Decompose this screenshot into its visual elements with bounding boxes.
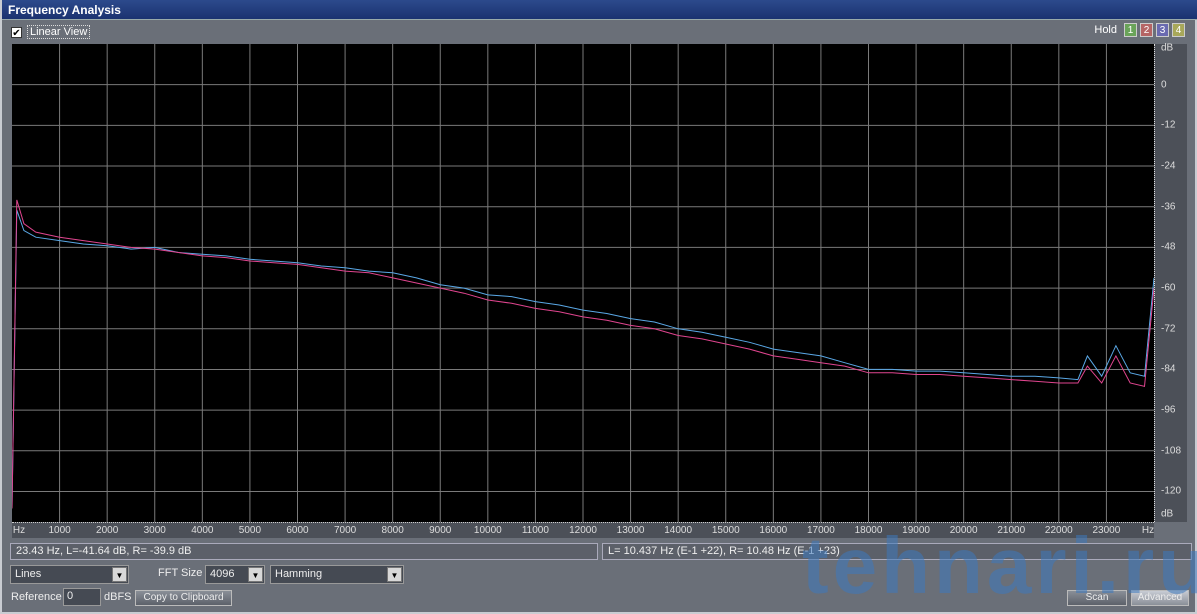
x-tick-label: 9000 — [429, 525, 452, 536]
y-tick-label: -48 — [1161, 241, 1176, 253]
x-tick-label: 15000 — [711, 525, 740, 536]
x-tick-label: 7000 — [333, 525, 357, 536]
chevron-down-icon[interactable]: ▼ — [112, 567, 127, 582]
y-tick-label: -24 — [1161, 160, 1176, 172]
y-tick-label: -84 — [1161, 363, 1176, 375]
hold-group: Hold 1 2 3 4 — [1094, 23, 1185, 37]
x-axis-unit-right: Hz — [1141, 525, 1155, 536]
chevron-down-icon[interactable]: ▼ — [248, 567, 263, 582]
y-axis-unit-top: dB — [1161, 42, 1174, 54]
frequency-analysis-window: Frequency Analysis ✔ Linear View Hold 1 … — [0, 0, 1197, 614]
y-tick-label: -36 — [1161, 201, 1176, 213]
y-tick-label: -72 — [1161, 323, 1176, 335]
x-tick-label: 10000 — [473, 525, 502, 536]
x-tick-label: 21000 — [997, 525, 1026, 536]
x-tick-label: 3000 — [143, 525, 166, 536]
x-tick-label: 11000 — [521, 525, 549, 536]
y-axis-unit-bottom: dB — [1161, 508, 1174, 520]
y-axis: dB dB 0 -12 -24 -36 -48 -60 -72 -84 -96 -108 -120 — [1154, 42, 1187, 522]
x-tick-label: 2000 — [96, 525, 119, 536]
chevron-down-icon[interactable]: ▼ — [387, 567, 402, 582]
x-tick-label: 1000 — [48, 525, 71, 536]
y-tick-label: -12 — [1161, 119, 1176, 131]
hold-button-1[interactable]: 1 — [1124, 23, 1137, 37]
x-tick-label: 13000 — [616, 525, 645, 536]
fft-size-label: FFT Size — [158, 567, 203, 579]
x-tick-label: 14000 — [664, 525, 693, 536]
reference-unit: dBFS — [104, 591, 132, 603]
x-tick-label: 22000 — [1044, 525, 1073, 536]
y-tick-label: -108 — [1161, 445, 1182, 457]
display-mode-select[interactable]: Lines ▼ — [10, 565, 129, 584]
linear-view-label: Linear View — [27, 25, 91, 39]
y-tick-label: -96 — [1161, 404, 1176, 416]
window-function-select[interactable]: Hamming ▼ — [270, 565, 404, 584]
hold-button-4[interactable]: 4 — [1172, 23, 1185, 37]
copy-to-clipboard-button[interactable]: Copy to Clipboard — [135, 590, 232, 606]
y-tick-label: -60 — [1161, 282, 1176, 294]
x-tick-label: 17000 — [807, 525, 835, 536]
x-axis: Hz Hz 1000 2000 3000 4000 5000 6000 7000 8000 90… — [12, 522, 1154, 538]
reference-label: Reference — [11, 591, 62, 603]
fft-size-value: 4096 — [210, 568, 235, 580]
y-tick-label: -120 — [1161, 485, 1182, 497]
x-tick-label: 19000 — [902, 525, 930, 536]
checkbox-check-icon[interactable]: ✔ — [11, 26, 22, 39]
x-tick-label: 23000 — [1092, 525, 1121, 536]
display-mode-value: Lines — [15, 568, 42, 580]
x-tick-label: 8000 — [381, 525, 404, 536]
hold-label: Hold — [1094, 24, 1117, 36]
x-axis-unit-left: Hz — [12, 525, 26, 536]
x-tick-label: 6000 — [286, 525, 309, 536]
cursor-readout: 23.43 Hz, L=-41.64 dB, R= -39.9 dB — [10, 543, 598, 560]
x-tick-label: 4000 — [191, 525, 214, 536]
hold-button-3[interactable]: 3 — [1156, 23, 1169, 37]
spectrum-plot[interactable] — [12, 44, 1154, 522]
window-function-value: Hamming — [275, 568, 323, 580]
x-tick-label: 12000 — [569, 525, 597, 536]
reference-input[interactable]: 0 — [63, 588, 101, 606]
x-tick-label: 16000 — [759, 525, 788, 536]
linear-view-checkbox[interactable]: ✔ Linear View — [11, 25, 91, 39]
hold-button-2[interactable]: 2 — [1140, 23, 1153, 37]
title-bar: Frequency Analysis — [2, 0, 1197, 20]
x-tick-label: 18000 — [854, 525, 883, 536]
scan-button[interactable]: Scan — [1067, 590, 1127, 606]
fft-size-select[interactable]: 4096 ▼ — [205, 565, 265, 584]
x-tick-label: 20000 — [949, 525, 978, 536]
peak-readout: L= 10.437 Hz (E-1 +22), R= 10.48 Hz (E-1… — [602, 543, 1192, 560]
y-tick-label: 0 — [1161, 79, 1167, 91]
advanced-button[interactable]: Advanced — [1131, 590, 1189, 606]
x-tick-label: 5000 — [238, 525, 262, 536]
